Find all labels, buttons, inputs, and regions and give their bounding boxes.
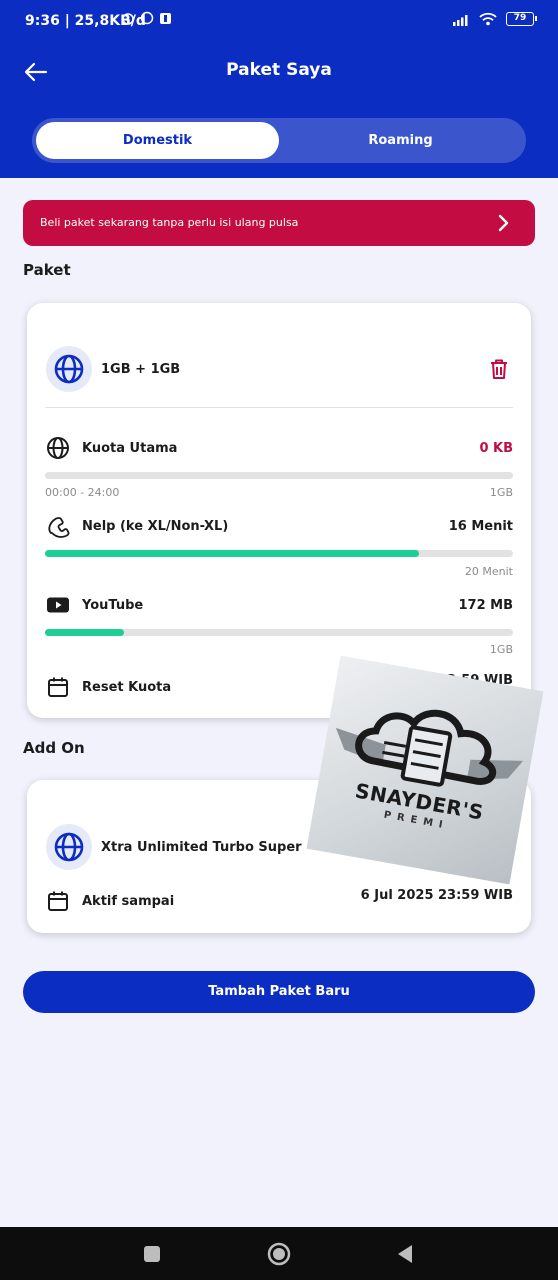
globe-icon: [54, 354, 84, 384]
globe-badge: [46, 346, 92, 392]
app-header: 9:36 | 25,8KB/d 79 Paket Saya Domestik R…: [0, 0, 558, 178]
region-tab-switch: Domestik Roaming: [32, 118, 526, 163]
battery-indicator: 79: [506, 12, 537, 26]
triangle-icon[interactable]: [392, 1241, 418, 1267]
watermark-logo: SNAYDER'S PREMI: [306, 655, 544, 885]
package-name: 1GB + 1GB: [101, 362, 181, 377]
globe-icon: [54, 832, 84, 862]
globe-icon: [47, 437, 69, 459]
addon-name: Xtra Unlimited Turbo Super: [101, 840, 302, 855]
youtube-icon: [47, 597, 69, 613]
alarm-icon: [122, 13, 134, 25]
nelp-total: 20 Menit: [464, 565, 513, 578]
app-notification-icon: [160, 12, 171, 24]
status-system-icons: 79: [452, 12, 537, 26]
kuota-utama-value: 0 KB: [479, 441, 513, 456]
card-divider: [45, 407, 513, 408]
promo-text: Beli paket sekarang tanpa perlu isi ulan…: [40, 216, 299, 229]
aktif-sampai-value: 6 Jul 2025 23:59 WIB: [360, 888, 513, 903]
globe-badge: [46, 824, 92, 870]
kuota-utama-progress: [45, 472, 513, 479]
circle-icon[interactable]: [266, 1241, 292, 1267]
reset-kuota-label: Reset Kuota: [82, 680, 172, 695]
tab-domestik[interactable]: Domestik: [36, 122, 279, 159]
square-icon[interactable]: [139, 1241, 165, 1267]
youtube-progress-fill: [45, 629, 124, 636]
add-package-button[interactable]: Tambah Paket Baru: [23, 971, 535, 1013]
phone-icon: [48, 517, 70, 538]
kuota-utama-total: 1GB: [489, 486, 513, 499]
signal-icon: [453, 14, 468, 26]
trash-icon[interactable]: [487, 357, 511, 381]
calendar-icon: [48, 891, 68, 911]
package-card: 1GB + 1GB Kuota Utama 0 KB 00:00 - 24:00…: [27, 303, 531, 718]
tab-roaming[interactable]: Roaming: [279, 122, 522, 159]
youtube-total: 1GB: [489, 643, 513, 656]
wifi-icon: [479, 12, 497, 26]
nelp-label: Nelp (ke XL/Non-XL): [82, 519, 229, 534]
whatsapp-icon: [140, 11, 154, 25]
youtube-label: YouTube: [82, 598, 144, 613]
status-notification-icons: [121, 11, 172, 25]
chevron-right-icon: [498, 214, 509, 232]
nelp-value: 16 Menit: [448, 519, 513, 534]
kuota-utama-time-range: 00:00 - 24:00: [45, 486, 120, 499]
status-bar: 9:36 | 25,8KB/d 79: [0, 0, 558, 42]
page-title: Paket Saya: [226, 60, 332, 80]
nelp-progress: [45, 550, 513, 557]
youtube-progress: [45, 629, 513, 636]
youtube-value: 172 MB: [458, 598, 513, 613]
calendar-icon: [48, 677, 68, 697]
section-title-addon: Add On: [23, 739, 85, 757]
promo-banner[interactable]: Beli paket sekarang tanpa perlu isi ulan…: [23, 200, 535, 246]
system-nav-bar: [0, 1227, 558, 1280]
aktif-sampai-label: Aktif sampai: [82, 894, 175, 909]
nelp-progress-fill: [45, 550, 420, 557]
kuota-utama-label: Kuota Utama: [82, 441, 178, 456]
section-title-paket: Paket: [23, 261, 71, 279]
